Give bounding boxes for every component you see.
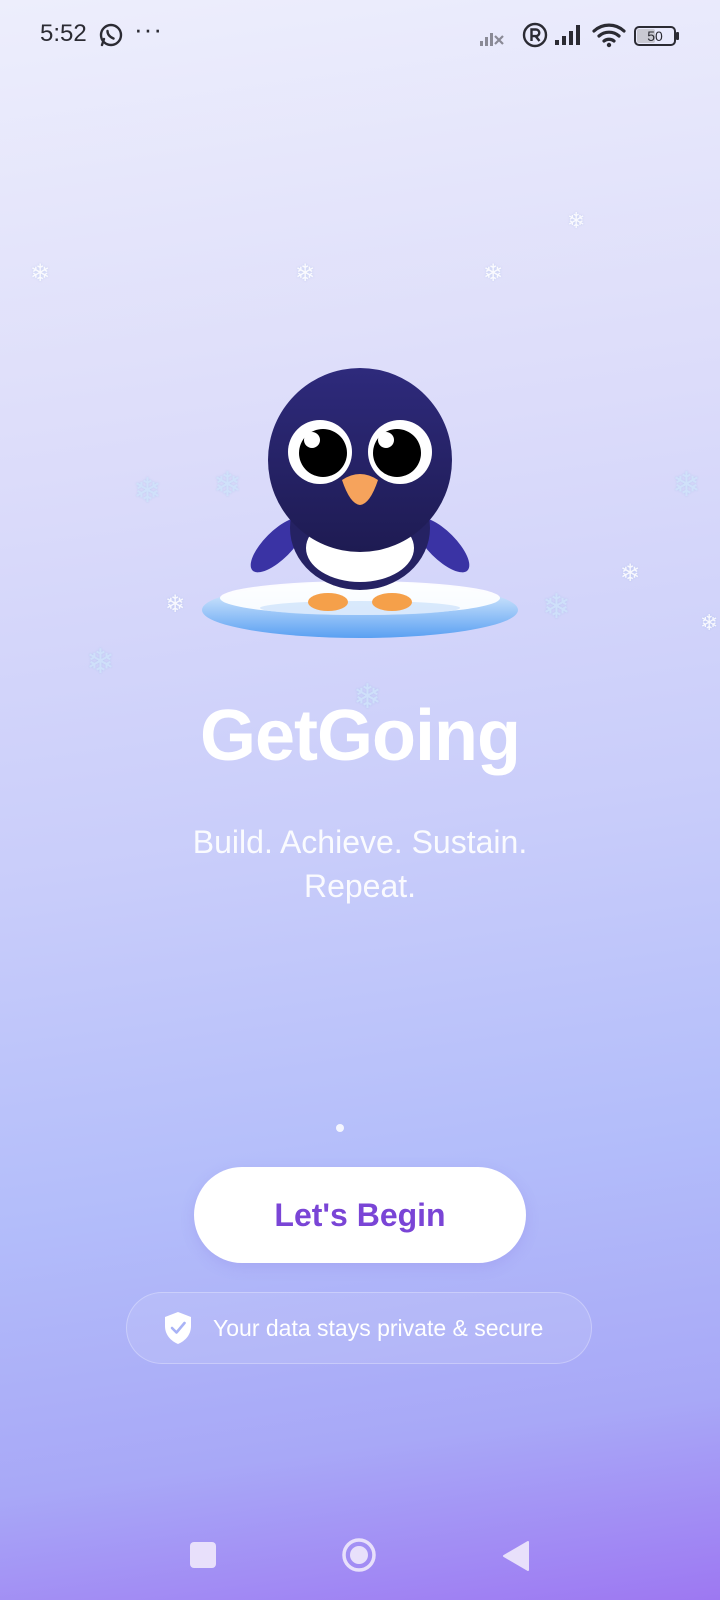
wifi-icon: [592, 23, 626, 48]
no-signal-icon: [480, 33, 504, 46]
home-button[interactable]: [341, 1537, 377, 1573]
snowflake-icon: ❄: [672, 466, 701, 504]
page-indicator-dot: [336, 1124, 344, 1132]
recent-apps-button[interactable]: [190, 1542, 216, 1568]
right-foot: [372, 593, 412, 611]
snowflake-icon: ❄: [165, 591, 186, 618]
battery-level: 50: [647, 28, 663, 44]
snowflake-icon: ❄: [620, 560, 641, 587]
status-time: 5:52: [40, 20, 87, 47]
snowflake-icon: ❄: [30, 260, 51, 287]
signal-icon: [555, 25, 580, 45]
app-title: GetGoing: [200, 696, 521, 776]
back-button[interactable]: [502, 1540, 530, 1572]
snowflake-icon: ❄: [483, 260, 504, 287]
snowflake-icon: ❄: [86, 643, 115, 681]
privacy-text: Your data stays private & secure: [213, 1314, 544, 1341]
snowflake-icon: ❄: [542, 588, 571, 626]
left-foot: [308, 593, 348, 611]
registered-icon: [522, 22, 548, 48]
penguin-mascot: [202, 368, 518, 638]
snowflake-icon: ❄: [700, 610, 719, 635]
snowflake-icon: ❄: [295, 260, 316, 287]
lets-begin-button[interactable]: Let's Begin: [194, 1167, 526, 1263]
shield-check-icon: [165, 1312, 191, 1344]
status-bar: 5:52 ··· 50: [0, 0, 720, 72]
more-dots-icon: ···: [134, 14, 163, 44]
whatsapp-icon: [99, 23, 123, 47]
snowflake-icon: ❄: [567, 208, 586, 233]
app-tagline: Build. Achieve. Sustain. Repeat.: [192, 824, 528, 904]
privacy-note: Your data stays private & secure: [126, 1292, 592, 1364]
snowflake-icon: ❄: [133, 472, 162, 510]
